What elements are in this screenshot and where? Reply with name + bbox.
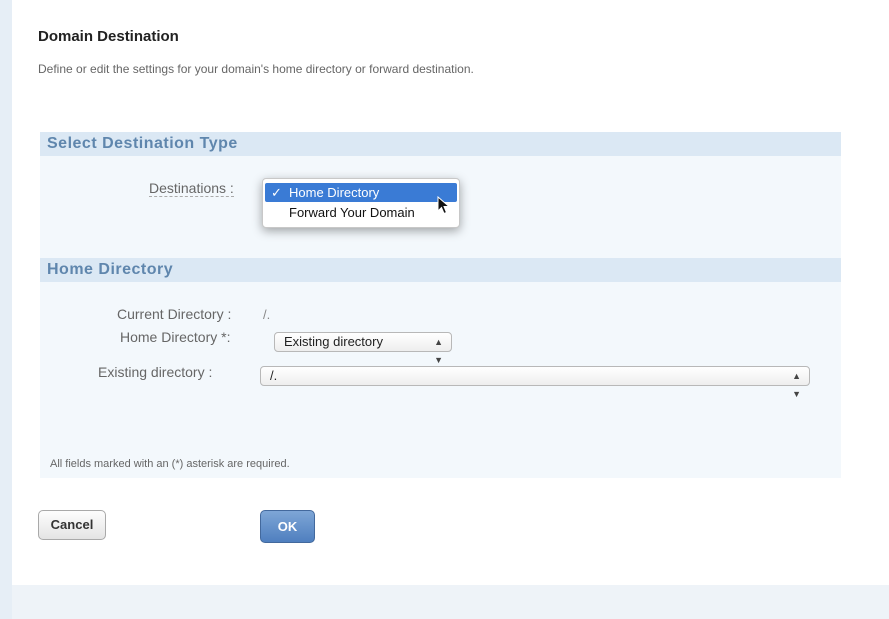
- dropdown-option-home-directory[interactable]: ✓ Home Directory: [265, 183, 457, 202]
- updown-arrows-icon: ▲ ▼: [792, 371, 801, 399]
- destination-section-heading: Select Destination Type: [40, 132, 841, 156]
- cancel-button[interactable]: Cancel: [38, 510, 106, 540]
- home-directory-section-heading: Home Directory: [40, 258, 841, 282]
- checkmark-icon: ✓: [271, 185, 282, 200]
- domain-destination-page: Domain Destination Define or edit the se…: [12, 0, 889, 585]
- home-directory-label: Home Directory *:: [120, 329, 231, 345]
- home-directory-select[interactable]: Existing directory ▲ ▼: [274, 332, 452, 365]
- dropdown-option-forward-your-domain[interactable]: Forward Your Domain: [265, 203, 457, 222]
- destinations-dropdown-menu[interactable]: ✓ Home Directory Forward Your Domain: [262, 178, 460, 228]
- destinations-label: Destinations :: [149, 180, 234, 197]
- existing-directory-select[interactable]: /. ▲ ▼: [260, 366, 810, 399]
- updown-arrows-icon: ▲ ▼: [434, 337, 443, 365]
- existing-directory-select-value: /.: [270, 368, 278, 383]
- page-title: Domain Destination: [38, 28, 179, 45]
- ok-button[interactable]: OK: [260, 510, 315, 543]
- page-description: Define or edit the settings for your dom…: [38, 62, 474, 76]
- required-fields-note: All fields marked with an (*) asterisk a…: [50, 458, 290, 470]
- current-directory-value: /.: [263, 307, 271, 322]
- current-directory-label: Current Directory :: [117, 306, 232, 322]
- existing-directory-label: Existing directory :: [98, 364, 213, 380]
- mouse-pointer-icon: [437, 196, 451, 215]
- home-directory-select-value: Existing directory: [284, 334, 383, 349]
- left-edge-bar: [0, 0, 12, 619]
